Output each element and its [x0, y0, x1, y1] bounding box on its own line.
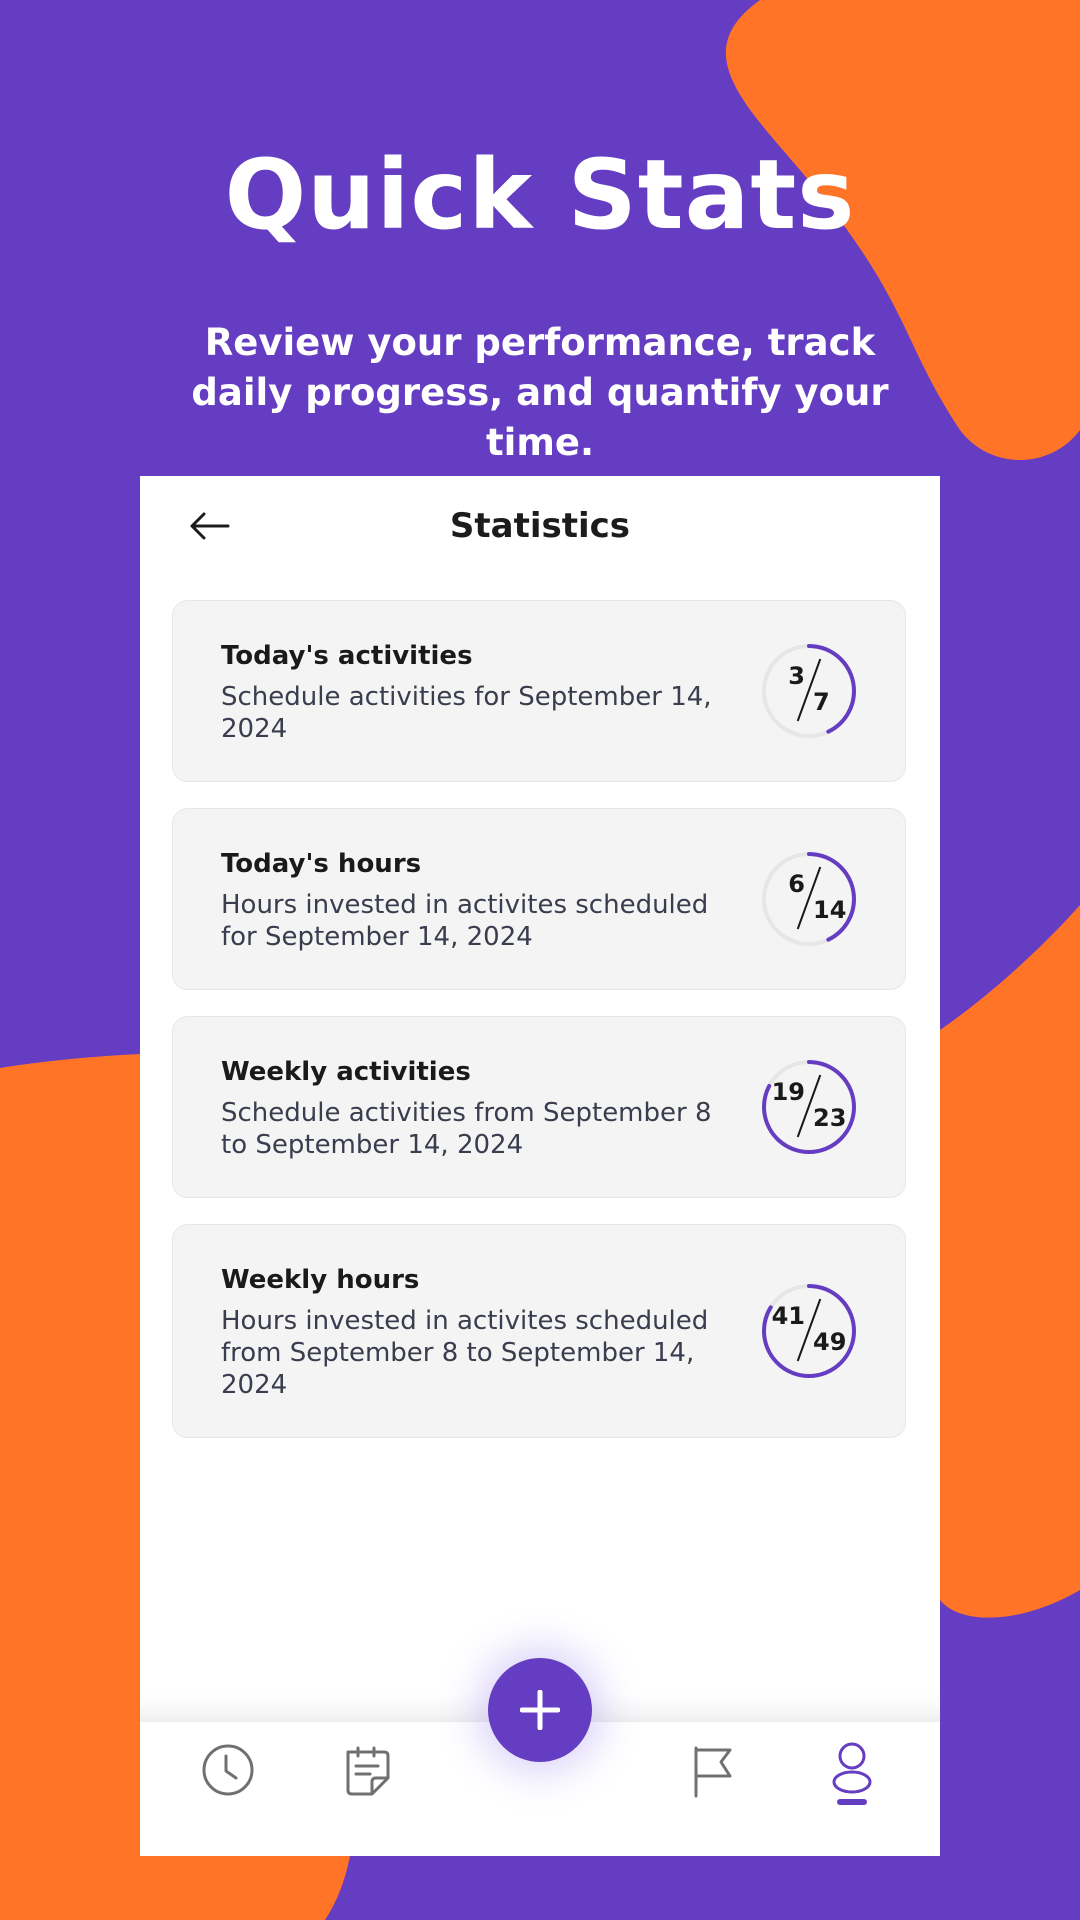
- nav-notes-button[interactable]: [334, 1738, 398, 1802]
- nav-clock-button[interactable]: [196, 1738, 260, 1802]
- progress-done: 19: [771, 1078, 805, 1106]
- progress-fraction: 41 49: [761, 1283, 857, 1379]
- card-title: Today's hours: [221, 849, 422, 879]
- progress-total: 49: [813, 1328, 847, 1356]
- card-title: Today's activities: [221, 641, 473, 671]
- hero-subtitle: Review your performance, track daily pro…: [191, 321, 889, 464]
- phone-screen: Statistics Today's activities Schedule a…: [140, 476, 940, 1856]
- card-title: Weekly hours: [221, 1265, 420, 1295]
- screen-title: Statistics: [449, 506, 631, 546]
- progress-total: 14: [813, 896, 847, 924]
- stat-card-weekly-hours[interactable]: Weekly hours Hours invested in activites…: [172, 1224, 906, 1438]
- progress-ring: 6 14: [761, 851, 857, 947]
- orange-blob-right: [940, 905, 1080, 1618]
- plus-icon: [520, 1690, 560, 1730]
- nav-profile-button[interactable]: [820, 1738, 884, 1805]
- nav-flag-button[interactable]: [680, 1738, 744, 1802]
- progress-ring: 3 7: [761, 643, 857, 739]
- progress-ring: 19 23: [761, 1059, 857, 1155]
- progress-total: 23: [813, 1104, 847, 1132]
- progress-done: 41: [771, 1302, 805, 1330]
- card-description: Schedule activities from September 8 to …: [221, 1098, 712, 1160]
- progress-done: 6: [788, 870, 805, 898]
- stat-card-weekly-activities[interactable]: Weekly activities Schedule activities fr…: [172, 1016, 906, 1198]
- progress-fraction: 3 7: [761, 643, 857, 739]
- progress-fraction: 6 14: [761, 851, 857, 947]
- progress-done: 3: [788, 662, 805, 690]
- progress-ring: 41 49: [761, 1283, 857, 1379]
- notes-icon: [346, 1746, 390, 1796]
- card-description: Schedule activities for September 14, 20…: [221, 682, 712, 744]
- card-title: Weekly activities: [221, 1057, 471, 1087]
- orange-blob-bottom: [140, 1856, 350, 1920]
- stat-card-todays-activities[interactable]: Today's activities Schedule activities f…: [172, 600, 906, 782]
- card-description: Hours invested in activites scheduled fr…: [221, 1306, 709, 1400]
- orange-blob-left: [0, 1054, 140, 1920]
- profile-icon: [832, 1742, 872, 1805]
- add-button[interactable]: [488, 1658, 592, 1762]
- flag-icon: [694, 1746, 732, 1798]
- hero-title: Quick Stats: [224, 139, 856, 251]
- progress-fraction: 19 23: [761, 1059, 857, 1155]
- clock-icon: [202, 1744, 254, 1796]
- progress-total: 7: [813, 688, 830, 716]
- app-bar: Statistics: [140, 476, 940, 576]
- card-description: Hours invested in activites scheduled fo…: [221, 890, 709, 952]
- stat-card-todays-hours[interactable]: Today's hours Hours invested in activite…: [172, 808, 906, 990]
